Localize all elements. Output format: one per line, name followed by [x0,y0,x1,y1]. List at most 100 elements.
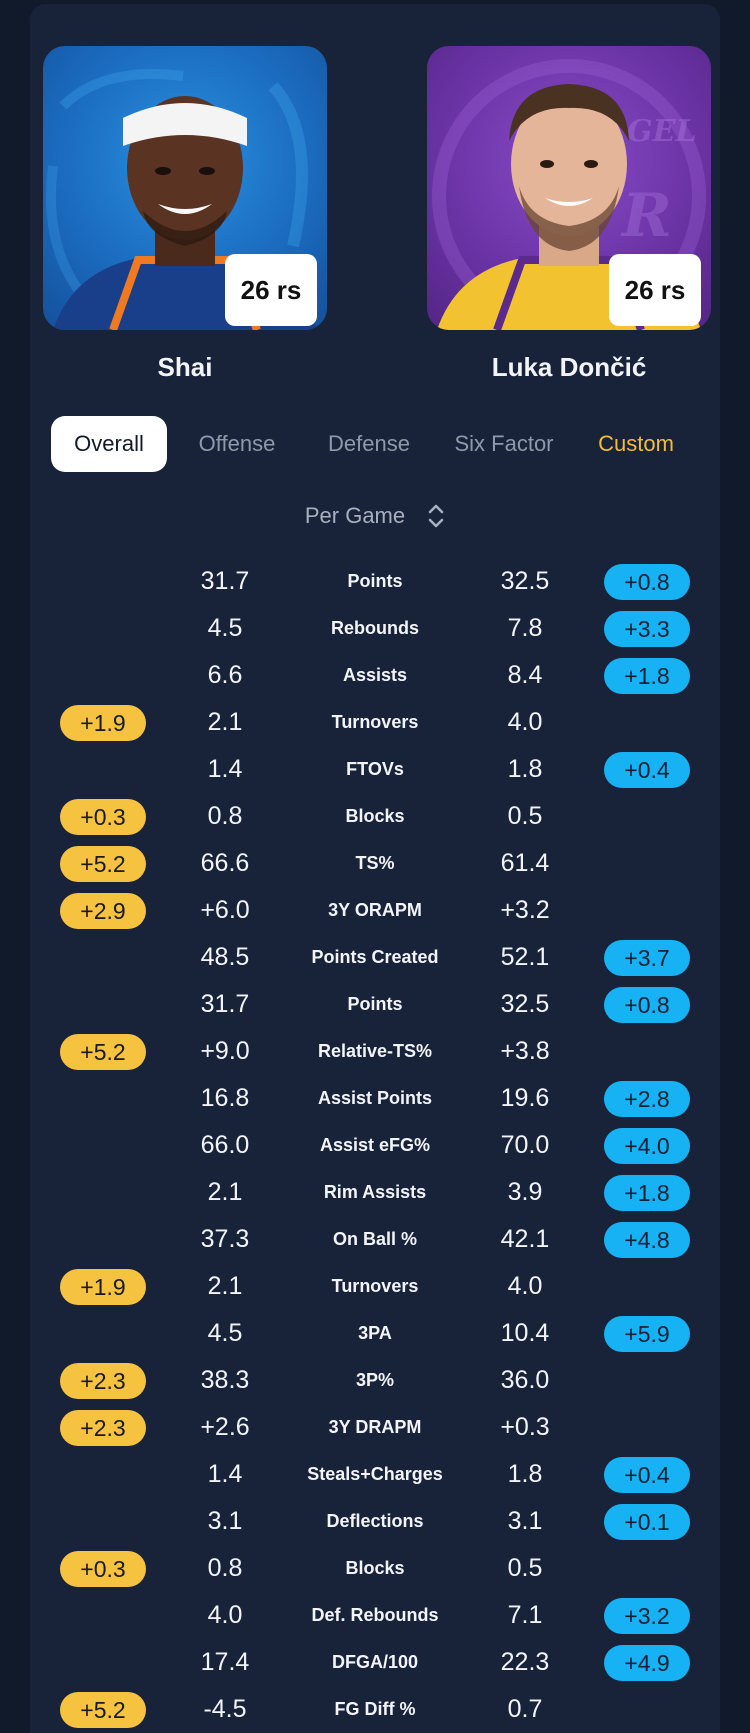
right-advantage-badge: +1.8 [604,1175,690,1211]
stat-row: 66.0 Assist eFG% 70.0 +4.0 [0,1122,750,1169]
tab-overall[interactable]: Overall [51,416,167,472]
tab-defense[interactable]: Defense [309,416,429,472]
left-value: 1.4 [207,755,243,783]
left-value: 4.5 [207,1319,243,1347]
left-value: 31.7 [200,990,250,1018]
tab-six-factor[interactable]: Six Factor [439,416,569,472]
stat-row: 4.0 Def. Rebounds 7.1 +3.2 [0,1592,750,1639]
player-right-photo[interactable]: GEL R 26 rs [427,46,711,330]
right-value: 0.7 [507,1695,543,1723]
right-value: 3.9 [507,1178,543,1206]
sort-updown-icon [428,504,444,528]
right-value: 36.0 [500,1366,550,1394]
right-value: 10.4 [500,1319,550,1347]
left-value: 0.8 [207,1554,243,1582]
left-value: 1.4 [207,1460,243,1488]
per-game-selector[interactable]: Per Game [0,502,750,530]
right-advantage-badge: +0.8 [604,564,690,600]
metric-label: TS% [355,853,395,873]
left-value: 48.5 [200,943,250,971]
metric-label: Assist Points [317,1088,433,1108]
player-left[interactable]: 26 rs Shai [43,46,327,383]
player-left-age-badge: 26 rs [225,254,317,326]
stat-row: 31.7 Points 32.5 +0.8 [0,558,750,605]
team-logo-watermark: R [620,181,672,251]
player-left-name: Shai [157,352,213,382]
stat-row: 3.1 Deflections 3.1 +0.1 [0,1498,750,1545]
stat-row: +2.3 38.3 3P% 36.0 [0,1357,750,1404]
stat-row: 1.4 FTOVs 1.8 +0.4 [0,746,750,793]
metric-label: Points [347,571,403,591]
right-value: 42.1 [500,1225,550,1253]
player-right[interactable]: GEL R 26 rs Luka Dončić [427,46,711,383]
metric-label: Rim Assists [323,1182,427,1202]
stat-row: +5.2 -4.5 FG Diff % 0.7 [0,1686,750,1733]
right-value: 1.8 [507,755,543,783]
right-value: 70.0 [500,1131,550,1159]
left-advantage-badge: +2.9 [60,893,146,929]
metric-label: Blocks [345,1558,405,1578]
left-advantage-badge: +2.3 [60,1410,146,1446]
tab-custom[interactable]: Custom [581,416,691,472]
right-advantage-badge: +4.8 [604,1222,690,1258]
metric-label: 3P% [355,1370,395,1390]
right-advantage-badge: +2.8 [604,1081,690,1117]
player-right-age-badge: 26 rs [609,254,701,326]
right-value: 0.5 [507,802,543,830]
right-value: 7.8 [507,614,543,642]
stat-row: +5.2 66.6 TS% 61.4 [0,840,750,887]
stat-row: 16.8 Assist Points 19.6 +2.8 [0,1075,750,1122]
metric-label: Steals+Charges [307,1464,443,1484]
left-value: +2.6 [200,1413,250,1441]
right-advantage-badge: +0.1 [604,1504,690,1540]
right-advantage-badge: +4.9 [604,1645,690,1681]
metric-label: Turnovers [331,1276,419,1296]
right-value: 61.4 [500,849,550,877]
metric-label: 3Y ORAPM [328,900,422,920]
stat-row: +5.2 +9.0 Relative-TS% +3.8 [0,1028,750,1075]
stat-row: +1.9 2.1 Turnovers 4.0 [0,1263,750,1310]
tab-offense[interactable]: Offense [177,416,297,472]
left-value: -4.5 [203,1695,247,1723]
left-value: 66.0 [200,1131,250,1159]
team-logo-watermark: GEL [627,114,697,149]
per-game-label: Per Game [304,503,406,528]
left-value: 4.5 [207,614,243,642]
stat-row: +2.3 +2.6 3Y DRAPM +0.3 [0,1404,750,1451]
stat-row: +1.9 2.1 Turnovers 4.0 [0,699,750,746]
right-value: 52.1 [500,943,550,971]
right-advantage-badge: +0.8 [604,987,690,1023]
right-value: 3.1 [507,1507,543,1535]
player-left-photo[interactable]: 26 rs [43,46,327,330]
left-advantage-badge: +5.2 [60,1034,146,1070]
left-value: 2.1 [207,1272,243,1300]
left-advantage-badge: +0.3 [60,799,146,835]
right-value: 4.0 [507,708,543,736]
right-value: 4.0 [507,1272,543,1300]
right-advantage-badge: +5.9 [604,1316,690,1352]
stat-row: 31.7 Points 32.5 +0.8 [0,981,750,1028]
metric-label: FTOVs [346,759,404,779]
stat-row: +0.3 0.8 Blocks 0.5 [0,1545,750,1592]
metric-label: Points [347,994,403,1014]
metric-label: FG Diff % [334,1699,416,1719]
metric-label: DFGA/100 [331,1652,419,1672]
right-value: 32.5 [500,990,550,1018]
metric-label: On Ball % [332,1229,417,1249]
right-value: 32.5 [500,567,550,595]
metric-label: 3PA [358,1323,392,1343]
right-value: 8.4 [507,661,543,689]
metric-label: Def. Rebounds [311,1605,439,1625]
right-advantage-badge: +4.0 [604,1128,690,1164]
left-value: 16.8 [200,1084,250,1112]
metric-label: Points Created [311,947,439,967]
left-value: 4.0 [207,1601,243,1629]
right-advantage-badge: +1.8 [604,658,690,694]
right-value: 1.8 [507,1460,543,1488]
left-value: 3.1 [207,1507,243,1535]
left-value: +6.0 [200,896,250,924]
right-value: 7.1 [507,1601,543,1629]
comparison-page: 26 rs Shai GEL R 26 rs Luka Dončić Overa… [0,0,750,1733]
right-value: +0.3 [500,1413,550,1441]
right-value: +3.8 [500,1037,550,1065]
